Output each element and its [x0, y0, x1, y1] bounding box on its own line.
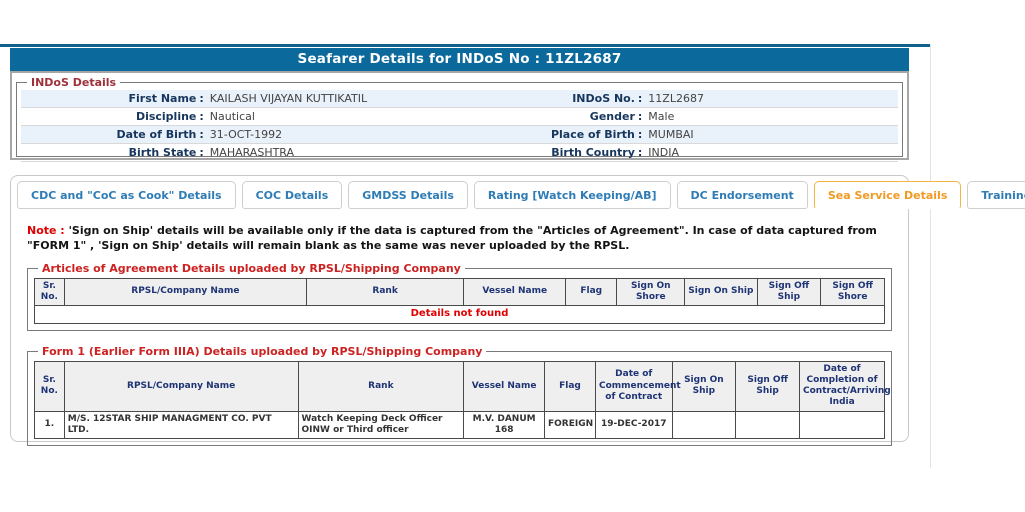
detail-pair-right: Gender:Male: [460, 110, 899, 123]
detail-pair-left: Birth State:MAHARASHTRA: [21, 146, 460, 159]
field-value: 31-OCT-1992: [206, 128, 282, 141]
tab-dc-endorsement[interactable]: DC Endorsement: [677, 181, 808, 209]
field-value: KAILASH VIJAYAN KUTTIKATIL: [206, 92, 367, 105]
field-value: MUMBAI: [644, 128, 693, 141]
field-colon: :: [196, 128, 205, 141]
field-colon: :: [635, 146, 644, 159]
articles-of-agreement-fieldset: Articles of Agreement Details uploaded b…: [27, 262, 892, 331]
detail-pair-left: Date of Birth:31-OCT-1992: [21, 128, 460, 141]
column-header: Sr. No.: [35, 278, 65, 306]
field-colon: :: [635, 110, 644, 123]
table-row: 1.M/S. 12STAR SHIP MANAGMENT CO. PVT LTD…: [35, 411, 885, 439]
detail-pair-right: Birth Country:INDIA: [460, 146, 899, 159]
articles-of-agreement-legend: Articles of Agreement Details uploaded b…: [38, 262, 465, 275]
detail-pair-right: INDoS No.:11ZL2687: [460, 92, 899, 105]
column-header: Sign On Ship: [672, 361, 736, 411]
column-header: Date of Completion of Contract/Arriving …: [800, 361, 885, 411]
detail-pair-left: Discipline:Nautical: [21, 110, 460, 123]
field-label: Place of Birth: [460, 128, 635, 141]
field-label: Discipline: [21, 110, 196, 123]
column-header: Flag: [545, 361, 596, 411]
column-header: Sign On Ship: [685, 278, 757, 306]
tab-rating-watch-keeping-ab[interactable]: Rating [Watch Keeping/AB]: [474, 181, 671, 209]
detail-pair-left: First Name:KAILASH VIJAYAN KUTTIKATIL: [21, 92, 460, 105]
indos-details-fieldset: INDoS Details First Name:KAILASH VIJAYAN…: [16, 76, 903, 157]
column-header: Vessel Name: [464, 361, 545, 411]
detail-pair-right: Place of Birth:MUMBAI: [460, 128, 899, 141]
column-header: Rank: [307, 278, 464, 306]
field-value: MAHARASHTRA: [206, 146, 294, 159]
table-cell: [800, 411, 885, 439]
top-divider-rule: [0, 44, 931, 47]
field-value: Nautical: [206, 110, 255, 123]
tab-panel: CDC and "CoC as Cook" DetailsCOC Details…: [10, 175, 909, 442]
field-colon: :: [635, 128, 644, 141]
note-text: Note : 'Sign on Ship' details will be av…: [27, 224, 894, 254]
field-label: Birth State: [21, 146, 196, 159]
right-divider-rule: [930, 44, 931, 468]
field-value: Male: [644, 110, 674, 123]
tab-training-details[interactable]: Training Details: [967, 181, 1025, 209]
form1-details-legend: Form 1 (Earlier Form IIIA) Details uploa…: [38, 345, 486, 358]
column-header: Rank: [298, 361, 464, 411]
table-cell: M/S. 12STAR SHIP MANAGMENT CO. PVT LTD.: [64, 411, 298, 439]
field-label: Birth Country: [460, 146, 635, 159]
tab-sea-service-details[interactable]: Sea Service Details: [814, 181, 962, 209]
table-cell: 19-DEC-2017: [596, 411, 673, 439]
column-header: Sign Off Ship: [757, 278, 821, 306]
tab-cdc-coc-as-cook-details[interactable]: CDC and "CoC as Cook" Details: [17, 181, 236, 209]
column-header: Flag: [566, 278, 617, 306]
form1-details-fieldset: Form 1 (Earlier Form IIIA) Details uploa…: [27, 345, 892, 447]
column-header: Sr. No.: [35, 361, 65, 411]
indos-detail-row: Discipline:NauticalGender:Male: [21, 108, 898, 126]
table-cell: 1.: [35, 411, 65, 439]
indos-detail-row: First Name:KAILASH VIJAYAN KUTTIKATILIND…: [21, 90, 898, 108]
note-prefix: Note :: [27, 224, 65, 237]
table-header-row: Sr. No.RPSL/Company NameRankVessel NameF…: [35, 278, 885, 306]
field-colon: :: [196, 110, 205, 123]
seafarer-details-page: Seafarer Details for INDoS No : 11ZL2687…: [10, 48, 909, 442]
table-cell: [736, 411, 800, 439]
column-header: RPSL/Company Name: [64, 278, 306, 306]
field-label: First Name: [21, 92, 196, 105]
column-header: Sign Off Ship: [736, 361, 800, 411]
field-value: 11ZL2687: [644, 92, 704, 105]
tab-strip: CDC and "CoC as Cook" DetailsCOC Details…: [11, 176, 908, 209]
indos-detail-row: Date of Birth:31-OCT-1992Place of Birth:…: [21, 126, 898, 144]
field-colon: :: [196, 92, 205, 105]
indos-detail-row: Birth State:MAHARASHTRABirth Country:IND…: [21, 144, 898, 162]
indos-details-box: INDoS Details First Name:KAILASH VIJAYAN…: [10, 71, 909, 160]
tab-coc-details[interactable]: COC Details: [242, 181, 343, 209]
field-label: Date of Birth: [21, 128, 196, 141]
note-body: 'Sign on Ship' details will be available…: [27, 224, 877, 252]
column-header: Vessel Name: [464, 278, 566, 306]
table-cell: [672, 411, 736, 439]
form1-details-table: Sr. No.RPSL/Company NameRankVessel NameF…: [34, 361, 885, 440]
tab-gmdss-details[interactable]: GMDSS Details: [348, 181, 468, 209]
indos-rows: First Name:KAILASH VIJAYAN KUTTIKATILIND…: [21, 90, 898, 162]
field-label: Gender: [460, 110, 635, 123]
page-title: Seafarer Details for INDoS No : 11ZL2687: [10, 48, 909, 71]
empty-table-row: Details not found: [35, 306, 885, 324]
column-header: RPSL/Company Name: [64, 361, 298, 411]
table-cell: M.V. DANUM 168: [464, 411, 545, 439]
details-not-found-message: Details not found: [35, 306, 885, 324]
column-header: Date of Commencement of Contract: [596, 361, 673, 411]
column-header: Sign Off Shore: [821, 278, 885, 306]
column-header: Sign On Shore: [617, 278, 685, 306]
field-value: INDIA: [644, 146, 679, 159]
table-cell: Watch Keeping Deck Officer OINW or Third…: [298, 411, 464, 439]
field-colon: :: [635, 92, 644, 105]
table-cell: FOREIGN: [545, 411, 596, 439]
table-header-row: Sr. No.RPSL/Company NameRankVessel NameF…: [35, 361, 885, 411]
indos-details-legend: INDoS Details: [27, 76, 120, 89]
articles-of-agreement-table: Sr. No.RPSL/Company NameRankVessel NameF…: [34, 278, 885, 324]
field-label: INDoS No.: [460, 92, 635, 105]
field-colon: :: [196, 146, 205, 159]
